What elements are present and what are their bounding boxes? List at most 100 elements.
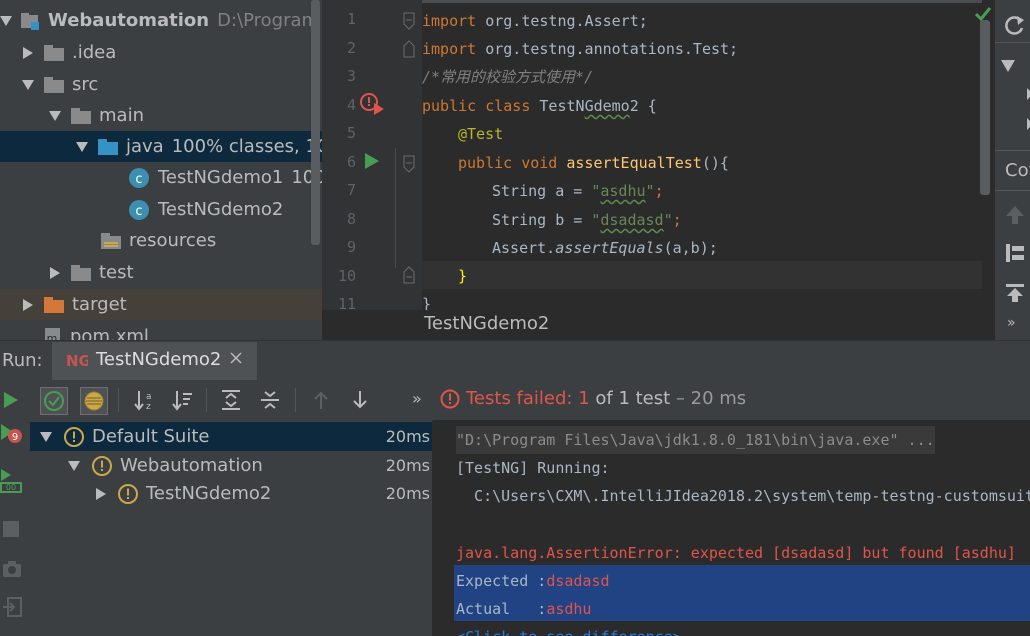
tree-item-target[interactable]: target [0,289,322,320]
rerun-failed-icon[interactable]: 9 [0,422,24,446]
close-icon[interactable] [230,352,242,364]
tree-item-test[interactable]: test [0,257,322,288]
test-duration: 20ms [385,456,430,475]
java-class-icon: c [128,199,150,221]
tree-label: test [99,262,134,283]
warning-icon [64,426,84,447]
export-icon[interactable] [1005,283,1025,303]
test-module-row[interactable]: Webautomation 20ms [30,451,432,480]
fold-marker-icon[interactable] [402,38,416,58]
chevron-right-icon[interactable] [96,487,106,500]
fold-marker-icon[interactable] [402,264,416,284]
test-class-row[interactable]: TestNGdemo2 20ms [30,479,432,508]
next-failed-icon[interactable] [347,387,373,413]
tree-label: TestNGdemo2 [158,199,284,220]
expand-all-icon[interactable] [218,387,244,413]
code-line-8: String b = "dsadasd"; [492,211,682,229]
source-folder-icon [98,138,118,155]
code-line-10: } [458,267,468,285]
tree-item-testngdemo1[interactable]: c TestNGdemo1 100 [0,162,322,193]
excluded-folder-icon [44,296,64,313]
tree-item-java[interactable]: java 100% classes, 100 [0,131,322,162]
tree-item-pom[interactable]: m pom.xml [0,321,322,340]
arrow-up-icon[interactable] [1005,205,1025,225]
tree-item-webautomation[interactable]: Webautomation D:\Program Fi [0,5,322,36]
show-ignored-toggle[interactable] [80,387,108,415]
console-running: [TestNG] Running: [456,459,610,477]
svg-text:c: c [135,204,142,219]
hierarchy-icon[interactable] [1005,243,1025,263]
run-test-failed-icon[interactable] [360,93,386,115]
line-number: 8 [346,210,356,228]
code-line-2: import org.testng.annotations.Test; [422,40,739,58]
right-tool-strip: Cov » [994,0,1030,340]
more-icon[interactable]: » [412,389,422,408]
code-line-3: /*常用的校验方式使用*/ [422,68,594,86]
console-path: C:\Users\CXM\.IntelliJIdea2018.2\system\… [456,487,1030,505]
maven-file-icon: m [44,327,62,341]
tree-item-resources[interactable]: resources [0,225,322,256]
code-editor[interactable]: import org.testng.Assert; import org.tes… [422,0,994,310]
folder-icon [44,44,64,61]
previous-failed-icon[interactable] [308,387,334,413]
console-expected: Expected :dsadasd [456,572,610,590]
editor-scrollbar[interactable] [980,20,990,195]
svg-text:c: c [135,172,142,187]
toggle-auto-test-icon[interactable]: 00 [0,468,24,494]
project-tool-window: Webautomation D:\Program Fi .idea src ma… [0,0,322,340]
show-passed-toggle[interactable] [40,387,68,415]
breadcrumb-class[interactable]: TestNGdemo2 [424,313,549,334]
line-number: 10 [337,267,356,285]
fold-marker-icon[interactable] [402,155,416,175]
coverage-tab[interactable]: Cov [1005,160,1030,181]
collapse-all-icon[interactable] [257,387,283,413]
more-icon[interactable]: » [1007,315,1016,331]
test-suite-row[interactable]: Default Suite 20ms [30,422,432,451]
run-test-icon[interactable] [364,152,380,170]
test-label: Webautomation [120,455,263,476]
code-line-11: } [422,295,432,310]
line-number: 7 [346,181,356,199]
diff-link[interactable]: <Click to see difference> [456,623,682,636]
sort-alphabetically-icon[interactable]: az [132,387,158,413]
tree-item-src[interactable]: src [0,69,322,100]
rerun-icon[interactable] [0,387,24,413]
svg-text:m: m [47,332,58,341]
chevron-down-icon[interactable] [20,79,36,90]
chevron-right-icon[interactable] [20,46,36,59]
fold-marker-icon[interactable] [402,12,416,32]
chevron-down-icon[interactable] [40,431,52,442]
project-scrollbar[interactable] [311,0,320,245]
sort-by-duration-icon[interactable] [170,387,196,413]
run-side-strip: 9 00 [0,420,30,636]
folder-icon [44,76,64,93]
warning-icon [440,389,460,409]
stop-icon[interactable] [2,520,20,538]
run-tab[interactable]: NG TestNGdemo2 [52,342,257,380]
chevron-right-icon[interactable] [47,266,63,279]
tree-label: resources [129,230,217,251]
line-number: 1 [346,10,356,28]
chevron-down-icon[interactable] [47,110,63,121]
exit-icon[interactable] [2,597,22,617]
scope-line [395,148,396,268]
testng-icon: NG [66,350,88,370]
chevron-down-icon[interactable] [74,141,90,152]
tree-label: TestNGdemo1 [158,167,284,188]
tree-item-idea[interactable]: .idea [0,37,322,68]
chevron-right-icon[interactable] [20,298,36,311]
line-number: 9 [346,238,356,256]
chevron-down-icon[interactable] [68,460,80,471]
refresh-icon[interactable] [1003,14,1025,36]
tree-item-testngdemo2[interactable]: c TestNGdemo2 [0,194,322,225]
test-duration: 20ms [385,484,430,503]
tree-label: Webautomation [48,10,210,31]
caret-row-highlight [422,261,982,289]
chevron-down-icon[interactable] [1001,60,1015,72]
tree-item-main[interactable]: main [0,100,322,131]
console-output[interactable]: "D:\Program Files\Java\jdk1.8.0_181\bin\… [434,420,1030,636]
svg-text:z: z [146,402,151,411]
chevron-down-icon[interactable] [0,15,12,26]
tree-label: main [99,105,144,126]
camera-icon[interactable] [2,560,22,578]
